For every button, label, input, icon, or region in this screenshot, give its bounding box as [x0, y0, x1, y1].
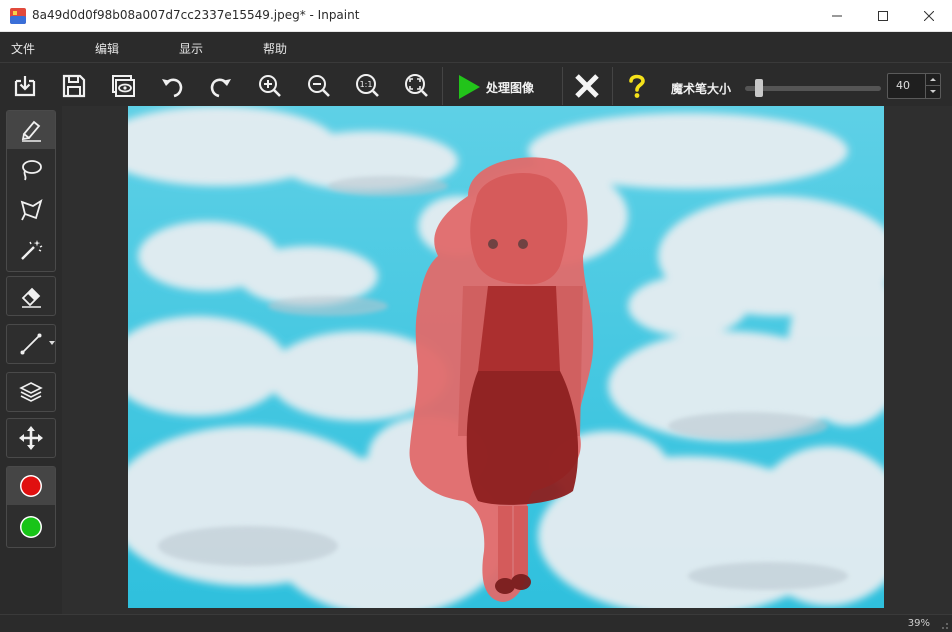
eraser-icon [21, 287, 41, 308]
menu-bar: 文件 编辑 显示 帮助 [0, 32, 952, 62]
menu-file[interactable]: 文件 [11, 40, 35, 57]
canvas-area[interactable] [62, 106, 952, 614]
lasso-tool[interactable] [7, 151, 55, 189]
marker-tool[interactable] [7, 111, 55, 149]
eraser-tool[interactable] [7, 277, 55, 315]
zoom-level: 39% [907, 618, 930, 629]
red-color-button[interactable] [7, 467, 55, 505]
status-bar: 39% [0, 614, 952, 632]
polygon-lasso-icon [20, 198, 43, 221]
close-button[interactable] [906, 0, 952, 32]
polygon-lasso-tool[interactable] [7, 191, 55, 229]
brush-size-slider[interactable] [745, 86, 881, 91]
line-options-arrow-icon[interactable] [49, 341, 55, 345]
cloud-girl-image[interactable] [128, 106, 884, 608]
spin-up-button[interactable] [926, 74, 941, 86]
zoom-in-button[interactable] [251, 67, 289, 105]
redo-button[interactable] [202, 67, 240, 105]
title-bar[interactable]: 8a49d0d0f98b08a007d7cc2337e15549.jpeg* -… [0, 0, 952, 32]
fit-window-button[interactable] [398, 67, 436, 105]
menu-help[interactable]: 帮助 [263, 40, 287, 57]
preview-icon [112, 75, 135, 97]
line-icon [20, 333, 42, 355]
play-icon [459, 75, 480, 99]
brush-size-slider-handle[interactable] [755, 79, 764, 97]
magic-wand-icon [21, 240, 43, 260]
help-button[interactable] [618, 67, 656, 105]
move-icon [19, 426, 43, 450]
fit-window-icon [405, 74, 428, 97]
zoom-out-icon [308, 75, 330, 97]
menu-edit[interactable]: 编辑 [95, 40, 119, 57]
cancel-button[interactable] [568, 67, 606, 105]
toolbar-separator [612, 67, 613, 105]
maximize-icon [878, 11, 888, 21]
preview-button[interactable] [104, 67, 142, 105]
brush-size-label: 魔术笔大小 [671, 82, 732, 96]
close-icon [924, 11, 934, 21]
red-color-swatch [20, 475, 42, 497]
layers-icon [19, 382, 43, 402]
tool-panel [0, 106, 62, 614]
maximize-button[interactable] [860, 0, 906, 32]
brush-size-spinbox[interactable]: 40 [887, 73, 941, 99]
brush-size-value: 40 [896, 79, 910, 92]
color-group [6, 466, 56, 548]
undo-icon [162, 78, 183, 98]
green-color-button[interactable] [7, 508, 55, 546]
eraser-group [6, 276, 56, 316]
save-button[interactable] [55, 67, 93, 105]
layers-tool[interactable] [7, 373, 55, 411]
zoom-out-button[interactable] [300, 67, 338, 105]
window-title: 8a49d0d0f98b08a007d7cc2337e15549.jpeg* -… [32, 8, 360, 22]
spin-arrows [925, 74, 941, 98]
menu-view[interactable]: 显示 [179, 40, 203, 57]
resize-grip-icon[interactable] [939, 620, 949, 630]
close-x-icon [575, 74, 599, 98]
move-group [6, 418, 56, 458]
image-canvas[interactable] [128, 106, 884, 608]
open-button[interactable] [6, 67, 44, 105]
line-tool[interactable] [7, 325, 55, 363]
question-mark-icon [629, 74, 645, 98]
actual-size-icon: 1:1 [356, 74, 379, 97]
toolbar-separator [442, 67, 443, 105]
line-group [6, 324, 56, 364]
minimize-button[interactable] [814, 0, 860, 32]
magic-wand-tool[interactable] [7, 231, 55, 269]
save-icon [62, 74, 86, 98]
open-icon [14, 76, 36, 97]
move-tool[interactable] [7, 419, 55, 457]
process-image-button[interactable]: 处理图像 [446, 67, 560, 105]
marker-icon [21, 120, 41, 142]
app-logo-icon [10, 8, 26, 24]
spin-down-button[interactable] [926, 86, 941, 98]
redo-icon [210, 78, 231, 98]
toolbar-separator [562, 67, 563, 105]
process-image-label: 处理图像 [486, 81, 535, 95]
main-toolbar: 1:1 处理图像 魔术笔大小 40 [0, 62, 952, 106]
lasso-icon [22, 160, 42, 181]
zoom-in-icon [259, 75, 281, 97]
minimize-icon [832, 15, 842, 17]
actual-size-button[interactable]: 1:1 [349, 67, 387, 105]
selection-tools-group [6, 110, 56, 272]
undo-button[interactable] [153, 67, 191, 105]
green-color-swatch [20, 516, 42, 538]
actual-size-text: 1:1 [360, 80, 373, 89]
inpaint-window: 8a49d0d0f98b08a007d7cc2337e15549.jpeg* -… [0, 0, 952, 632]
layers-group [6, 372, 56, 412]
